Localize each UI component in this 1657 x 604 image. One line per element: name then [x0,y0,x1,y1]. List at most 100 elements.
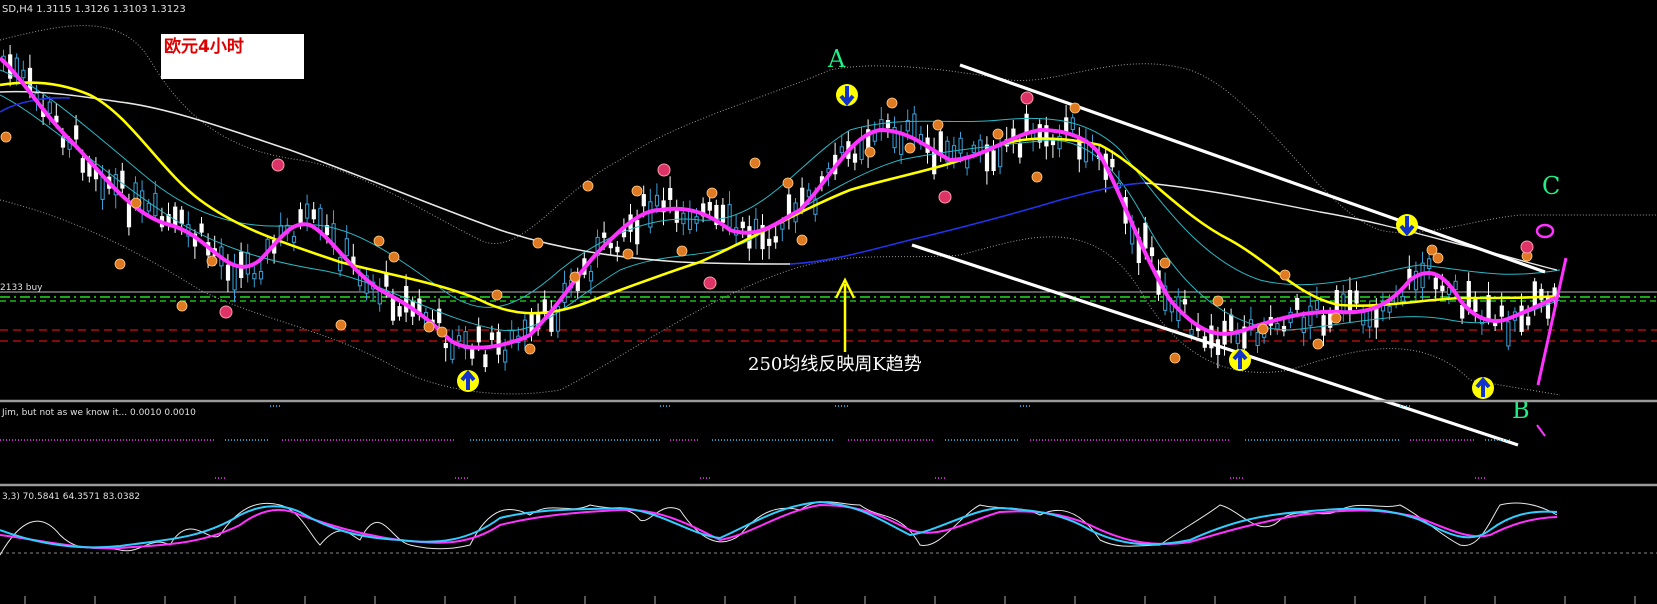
candle-body [1255,332,1260,346]
candle-body [120,170,125,189]
ma250-annotation: 250均线反映周K趋势 [748,354,922,375]
candle-body [503,349,508,363]
buy-level-label: 2133 buy [0,283,43,293]
arrow-signal-down [836,84,858,107]
candle-body [588,270,594,282]
candle-body [245,252,250,275]
candle-body [489,332,495,340]
candle-body [470,348,475,359]
candle-body [1387,305,1392,313]
candle-body [608,242,613,249]
candle-body [912,113,917,139]
candle-body [641,194,646,207]
candle-body [1235,333,1240,344]
fractal-dot [1159,257,1171,269]
fractal-dot [886,97,898,109]
fractal-dot [992,128,1004,140]
candle-body [1182,299,1188,305]
letter-a: A [827,45,846,73]
candle-body [932,150,937,175]
fractal-dot [676,245,688,257]
candle-body [958,137,963,154]
candle-body [252,273,257,280]
candle-body [126,203,132,228]
candle-body [1189,329,1194,336]
fractal-dot [1031,171,1043,183]
candle-body [1354,290,1359,304]
candle-body [146,202,151,212]
candle-body [602,232,607,238]
fractal-dot [1330,312,1342,324]
candle-body [153,192,158,217]
candle-body [443,343,448,349]
arrow-signal-up [1472,376,1494,399]
reversal-marker [271,158,285,172]
candle-body [1519,305,1524,332]
candle-body [1506,321,1511,347]
fractal-dot [864,146,876,158]
candle-body [338,257,343,272]
candle-body [681,212,686,225]
candle-body [806,189,811,198]
candle-body [456,335,462,342]
reversal-marker [938,190,952,204]
fractal-dot [706,187,718,199]
fractal-dot [176,300,188,312]
candle-body [899,132,904,155]
candle-body [1314,299,1320,310]
fractal-dot [532,237,544,249]
fractal-dot [1257,323,1269,335]
candle-body [318,207,323,232]
candle-body [707,201,712,211]
candle-body [1347,290,1353,313]
fractal-dot [569,271,581,283]
candle-body [1017,143,1023,158]
fractal-dot [1212,295,1224,307]
fractal-dot [904,142,916,154]
forex-chart[interactable]: SD,H4 1.3115 1.3126 1.3103 1.3123 欧元4小时 … [0,0,1657,604]
candle-body [998,146,1003,168]
candle-body [1275,323,1280,330]
reversal-marker [703,276,717,290]
candle-body [74,125,79,140]
chart-header: SD,H4 1.3115 1.3126 1.3103 1.3123 [2,4,186,15]
candle-body [1460,304,1465,319]
candle-body [740,221,745,229]
fractal-dot [631,185,643,197]
letter-c: C [1542,172,1560,200]
fractal-dot [1169,352,1181,364]
fractal-dot [1069,102,1081,114]
candle-body [1473,297,1478,312]
candle-body [291,235,297,243]
title-box-text: 欧元4小时 [164,36,244,57]
candle-body [305,203,310,219]
fractal-dot [582,180,594,192]
candle-body [21,69,26,79]
candle-body [390,296,396,321]
fractal-dot [388,251,400,263]
candle-body [1110,158,1115,168]
fractal-dot [749,157,761,169]
candle-body [1400,295,1405,302]
candle-body [173,206,178,226]
candle-body [496,331,501,355]
reversal-marker [1520,240,1534,254]
candle-body [615,246,620,253]
candle-body [397,306,402,317]
candle-body [1499,305,1504,317]
candle-body [635,219,640,245]
fractal-dot [114,258,126,270]
candle-body [225,264,231,281]
candle-body [668,188,673,200]
fractal-dot [0,131,12,143]
candle-body [1308,305,1313,327]
reversal-marker [1020,91,1034,105]
candle-body [450,342,455,360]
candle-body [1143,222,1148,249]
fractal-dot [1432,252,1444,264]
candle-body [1301,316,1306,334]
candle-body [780,222,785,230]
fractal-dot [1312,338,1324,350]
candle-body [872,132,877,142]
candle-body [60,137,66,148]
